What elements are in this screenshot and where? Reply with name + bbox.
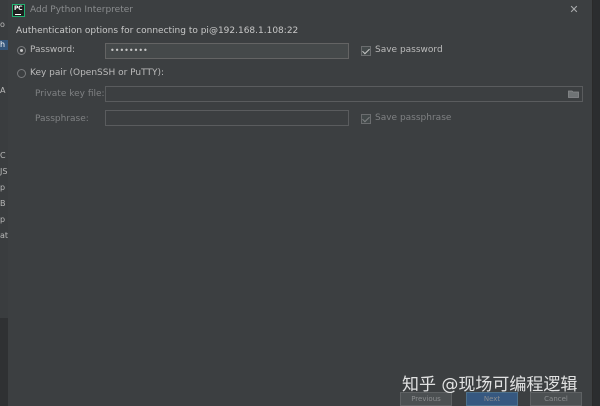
background-text-fragment: at bbox=[0, 231, 8, 240]
background-text-fragment: A bbox=[0, 86, 6, 95]
passphrase-label: Passphrase: bbox=[35, 114, 89, 124]
add-python-interpreter-dialog: PC Add Python Interpreter ✕ Authenticati… bbox=[8, 0, 593, 406]
close-icon: ✕ bbox=[569, 3, 579, 16]
close-button[interactable]: ✕ bbox=[566, 2, 582, 18]
save-passphrase-checkbox[interactable] bbox=[361, 114, 371, 124]
folder-icon[interactable] bbox=[568, 90, 579, 98]
background-text-fragment: B bbox=[0, 199, 6, 208]
dialog-titlebar: PC Add Python Interpreter ✕ bbox=[8, 0, 592, 22]
pycharm-app-icon: PC bbox=[12, 4, 25, 17]
private-key-field[interactable] bbox=[105, 86, 583, 102]
passphrase-field[interactable] bbox=[105, 110, 349, 126]
auth-header: Authentication options for connecting to… bbox=[16, 26, 299, 36]
password-field[interactable]: •••••••• bbox=[105, 43, 349, 59]
background-text-fragment: p bbox=[0, 183, 6, 192]
background-text-fragment: p bbox=[0, 215, 6, 224]
private-key-label: Private key file: bbox=[35, 89, 105, 99]
password-label: Password: bbox=[30, 45, 76, 55]
save-passphrase-label: Save passphrase bbox=[375, 113, 452, 123]
background-text-fragment: JS bbox=[0, 167, 8, 176]
background-text-fragment: C bbox=[0, 151, 6, 160]
dialog-title: Add Python Interpreter bbox=[30, 5, 133, 15]
background-selected-fragment: h bbox=[0, 40, 8, 50]
watermark: 知乎 @现场可编程逻辑 bbox=[402, 375, 578, 395]
background-panel bbox=[0, 318, 8, 406]
save-password-checkbox[interactable] bbox=[361, 46, 371, 56]
password-radio[interactable] bbox=[17, 46, 26, 55]
background-text-fragment: o bbox=[0, 20, 5, 29]
key-pair-label: Key pair (OpenSSH or PuTTY): bbox=[30, 68, 164, 78]
save-password-label: Save password bbox=[375, 45, 443, 55]
key-pair-radio[interactable] bbox=[17, 69, 26, 78]
